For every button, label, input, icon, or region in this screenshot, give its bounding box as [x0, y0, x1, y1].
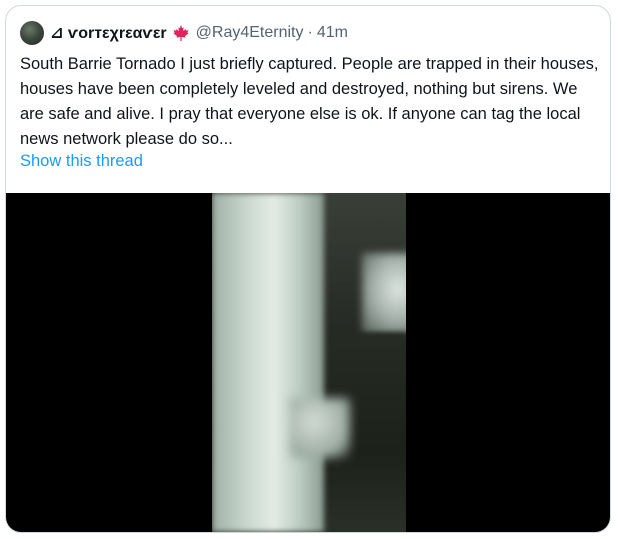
- timestamp[interactable]: 41m: [317, 24, 348, 42]
- separator-dot: ·: [307, 24, 313, 41]
- avatar[interactable]: [20, 21, 44, 45]
- tweet-header: ⊿ ѵоrтεχrεαѵεr @Ray4Eternity · 41m: [20, 19, 348, 47]
- video-frame: [212, 193, 406, 532]
- tweet-video[interactable]: [6, 193, 610, 532]
- canada-flag-icon: [172, 24, 190, 42]
- tweet-text: South Barrie Tornado I just briefly capt…: [20, 55, 599, 148]
- tweet-card[interactable]: ⊿ ѵоrтεχrεαѵεr @Ray4Eternity · 41m South…: [5, 5, 611, 533]
- user-handle[interactable]: @Ray4Eternity: [196, 24, 304, 42]
- display-name[interactable]: ⊿ ѵоrтεχrεαѵεr: [50, 23, 167, 43]
- show-thread-link[interactable]: Show this thread: [20, 152, 143, 171]
